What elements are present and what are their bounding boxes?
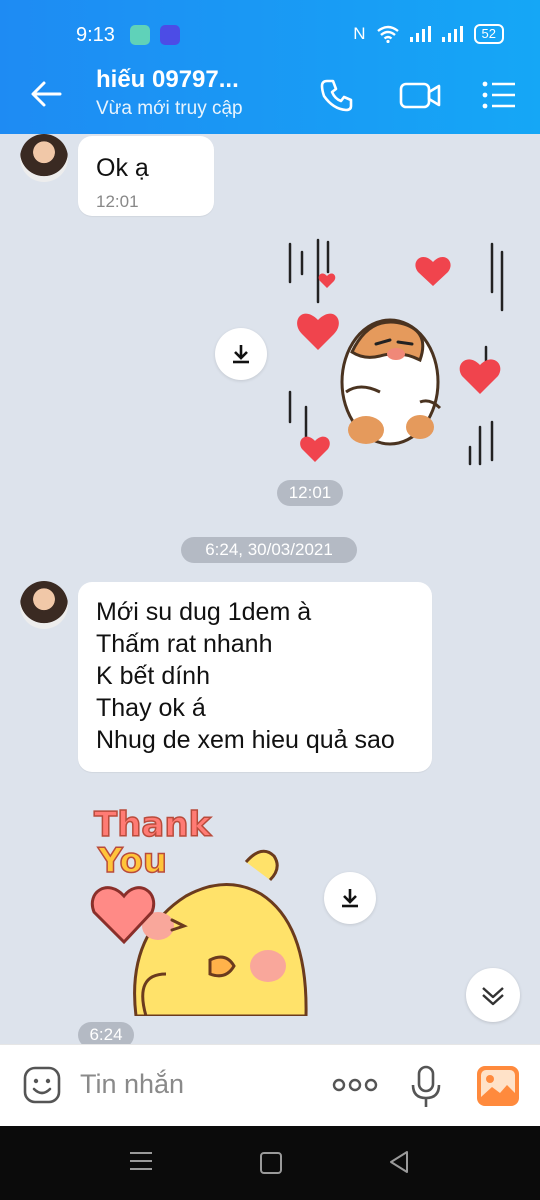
home-icon[interactable] [260,1152,282,1174]
recent-apps-icon[interactable] [130,1152,152,1176]
wifi-icon [376,25,399,43]
signal-icon [441,26,463,42]
sticker-text-you: You [97,841,167,881]
app-icon-green [130,25,150,45]
download-icon [233,345,249,364]
microphone-icon[interactable] [410,1065,442,1109]
hamster-hearts-sticker[interactable] [280,232,520,472]
phone-icon[interactable] [318,76,356,114]
chat-header: hiếu 09797... Vừa mới truy cập [0,54,540,134]
sticker-time: 12:01 [277,480,343,506]
avatar[interactable] [20,581,68,629]
signal-icon [409,26,431,42]
status-bar: 9:13 N 52 [0,0,540,54]
image-icon[interactable] [476,1065,520,1107]
battery-icon: 52 [473,24,504,44]
thank-you-chick-sticker[interactable]: Thank You [86,784,316,1016]
message-bubble[interactable]: Ok ạ 12:01 [78,136,214,216]
app-icon-blue [160,25,180,45]
message-text: Mới su dug 1dem à Thấm rat nhanh K bết d… [96,598,395,754]
video-call-icon[interactable] [398,76,442,114]
double-chevron-down-icon [482,987,504,1006]
back-arrow-icon[interactable] [28,76,64,112]
message-text: Ok ạ [96,154,149,182]
sticker-icon[interactable] [22,1065,62,1105]
more-icon[interactable] [332,1077,378,1093]
menu-list-icon[interactable] [480,76,518,114]
system-back-icon[interactable] [388,1150,410,1174]
message-bubble[interactable]: Mới su dug 1dem à Thấm rat nhanh K bết d… [78,582,432,772]
nfc-icon: N [353,24,366,43]
contact-name[interactable]: hiếu 09797... [96,66,239,94]
message-composer: Tin nhắn [0,1044,540,1127]
download-button[interactable] [215,328,267,380]
avatar[interactable] [20,134,68,182]
system-navigation-bar [0,1126,540,1200]
contact-status: Vừa mới truy cập [96,98,243,119]
sticker-time: 6:24 [78,1022,134,1044]
download-button[interactable] [324,872,376,924]
download-icon [342,889,358,908]
message-time: 12:01 [96,192,139,211]
sticker-text-thank: Thank [94,805,213,845]
status-time: 9:13 [76,24,115,46]
date-separator: 6:24, 30/03/2021 [181,537,357,563]
scroll-to-bottom-button[interactable] [466,968,520,1022]
message-list[interactable]: Ok ạ 12:01 12:01 6:24, 30/03/2021 Mới su… [0,134,540,1044]
message-input[interactable]: Tin nhắn [80,1069,184,1100]
